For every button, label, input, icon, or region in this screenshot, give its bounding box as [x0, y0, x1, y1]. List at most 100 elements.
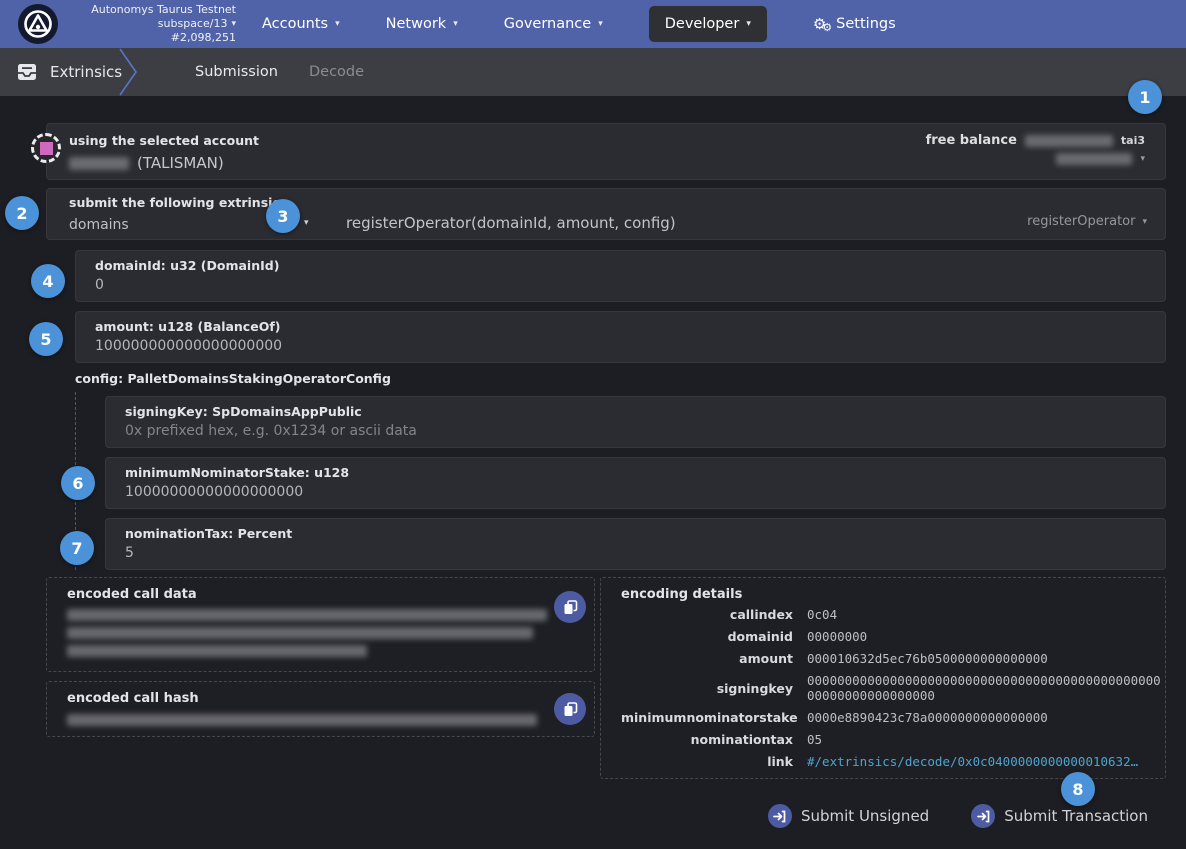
nav-developer[interactable]: Developer ▾	[649, 6, 767, 42]
chain-label: subspace/13	[158, 17, 228, 31]
chain-selector[interactable]: subspace/13 ▾	[158, 17, 236, 31]
account-select[interactable]: using the selected account (TALISMAN) fr…	[46, 123, 1166, 180]
annotation-badge-5: 5	[29, 322, 63, 356]
annotation-badge-2: 2	[5, 196, 39, 230]
submit-transaction-label: Submit Transaction	[1004, 807, 1148, 825]
nav-network[interactable]: Network ▾	[386, 16, 458, 32]
enc-row-label: minimumnominatorstake	[621, 710, 793, 725]
copy-call-data-button[interactable]	[554, 591, 586, 623]
param-nomination-tax-value: 5	[125, 545, 134, 561]
redacted-balance-value	[1025, 135, 1113, 147]
redacted-account-name	[69, 157, 129, 170]
copy-icon	[563, 600, 578, 615]
account-identicon[interactable]	[31, 133, 61, 163]
tab-bar: Extrinsics Submission Decode	[0, 48, 1186, 96]
param-signing-key-field[interactable]: signingKey: SpDomainsAppPublic 0x prefix…	[105, 396, 1166, 448]
chevron-down-icon: ▾	[1142, 217, 1147, 227]
extrinsic-select-row: submit the following extrinsic domains ▾…	[46, 188, 1166, 240]
annotation-badge-8: 8	[1061, 772, 1095, 806]
submit-unsigned-label: Submit Unsigned	[801, 807, 929, 825]
encoded-call-hash-panel: encoded call hash	[46, 681, 595, 737]
account-select-label: using the selected account	[69, 133, 259, 148]
param-nomination-tax-field[interactable]: nominationTax: Percent 5	[105, 518, 1166, 570]
nav-governance-label: Governance	[504, 16, 591, 32]
tab-submission-label: Submission	[195, 64, 278, 80]
annotation-badge-4: 4	[31, 264, 65, 298]
param-signing-key-placeholder: 0x prefixed hex, e.g. 0x1234 or ascii da…	[125, 423, 417, 439]
encoded-call-hash-label: encoded call hash	[67, 691, 199, 706]
config-struct-label: config: PalletDomainsStakingOperatorConf…	[75, 371, 391, 386]
tab-submission[interactable]: Submission	[195, 48, 278, 96]
param-domain-id-value: 0	[95, 277, 104, 293]
nav-settings[interactable]: ⚙⚙ Settings	[813, 15, 896, 34]
chevron-down-icon: ▾	[453, 19, 458, 29]
chevron-down-icon: ▾	[598, 19, 603, 29]
param-amount-field[interactable]: amount: u128 (BalanceOf) 100000000000000…	[75, 311, 1166, 363]
enc-row-label: link	[621, 754, 793, 769]
enc-row-label: signingkey	[621, 681, 793, 696]
redacted-call-data-line	[67, 645, 367, 657]
action-buttons: Submit Unsigned Submit Transaction	[768, 804, 1148, 828]
wallet-source-label: (TALISMAN)	[137, 154, 224, 172]
tab-decode-label: Decode	[309, 64, 364, 80]
nav-settings-label: Settings	[836, 16, 895, 32]
section-extrinsics: Extrinsics	[16, 48, 122, 96]
param-signing-key-label: signingKey: SpDomainsAppPublic	[125, 404, 362, 419]
enc-row-label: domainid	[621, 629, 793, 644]
redacted-call-data-line	[67, 609, 547, 621]
annotation-badge-3: 3	[266, 199, 300, 233]
nav-governance[interactable]: Governance ▾	[504, 16, 603, 32]
param-nomination-tax-label: nominationTax: Percent	[125, 526, 292, 541]
enc-row-label: callindex	[621, 607, 793, 622]
annotation-badge-7: 7	[60, 531, 94, 565]
app-header: Autonomys Taurus Testnet subspace/13 ▾ #…	[0, 0, 1186, 48]
chevron-down-icon: ▾	[746, 19, 751, 29]
method-select[interactable]: registerOperator ▾	[1027, 214, 1147, 229]
chevron-down-icon: ▾	[335, 19, 340, 29]
submit-unsigned-button[interactable]: Submit Unsigned	[768, 804, 929, 828]
param-min-nominator-stake-field[interactable]: minimumNominatorStake: u128 100000000000…	[105, 457, 1166, 509]
free-balance-label: free balance	[926, 133, 1017, 148]
autonomys-logo-icon[interactable]	[18, 4, 58, 44]
enc-domainid-value: 00000000	[807, 629, 1165, 644]
method-select-label: registerOperator	[1027, 214, 1135, 229]
enc-row-label: nominationtax	[621, 732, 793, 747]
enc-callindex-value: 0c04	[807, 607, 1165, 622]
sign-in-icon	[971, 804, 995, 828]
enc-signingkey-value: 0000000000000000000000000000000000000000…	[807, 673, 1165, 703]
redacted-call-hash	[67, 714, 537, 726]
copy-call-hash-button[interactable]	[554, 693, 586, 725]
chevron-down-icon[interactable]: ▾	[1140, 154, 1145, 164]
chevron-down-icon[interactable]: ▾	[304, 218, 309, 228]
annotation-badge-6: 6	[61, 466, 95, 500]
param-min-nominator-stake-label: minimumNominatorStake: u128	[125, 465, 349, 480]
decode-link[interactable]: #/extrinsics/decode/0x0c0400000000000010…	[807, 754, 1165, 769]
enc-nominationtax-value: 05	[807, 732, 1165, 747]
encoding-details-table: callindex 0c04 domainid 00000000 amount …	[621, 607, 1165, 769]
balance-unit: tai3	[1121, 134, 1145, 147]
encoding-details-title: encoding details	[621, 587, 742, 602]
nav-accounts-label: Accounts	[262, 16, 328, 32]
free-balance: free balance tai3 ▾	[926, 133, 1145, 165]
encoded-call-data-label: encoded call data	[67, 587, 197, 602]
nav-network-label: Network	[386, 16, 447, 32]
section-label: Extrinsics	[50, 63, 122, 81]
breadcrumb-chevron-icon	[118, 48, 140, 96]
nav-accounts[interactable]: Accounts ▾	[262, 16, 340, 32]
tab-decode[interactable]: Decode	[309, 48, 364, 96]
settings-gear-icon: ⚙⚙	[813, 15, 828, 34]
submit-transaction-button[interactable]: Submit Transaction	[971, 804, 1148, 828]
identicon-glyph	[40, 142, 53, 155]
param-domain-id-field[interactable]: domainId: u32 (DomainId) 0	[75, 250, 1166, 302]
redacted-call-data-line	[67, 627, 533, 639]
main-nav: Accounts ▾ Network ▾ Governance ▾ Develo…	[262, 0, 896, 48]
param-domain-id-label: domainId: u32 (DomainId)	[95, 258, 279, 273]
extrinsic-section-select[interactable]: submit the following extrinsic domains	[69, 195, 280, 233]
enc-row-label: amount	[621, 651, 793, 666]
nav-developer-label: Developer	[665, 16, 740, 32]
sign-in-icon	[768, 804, 792, 828]
copy-icon	[563, 702, 578, 717]
selected-pallet: domains	[69, 217, 129, 233]
method-signature[interactable]: registerOperator(domainId, amount, confi…	[346, 214, 676, 232]
encoding-details-panel: encoding details callindex 0c04 domainid…	[600, 577, 1166, 779]
